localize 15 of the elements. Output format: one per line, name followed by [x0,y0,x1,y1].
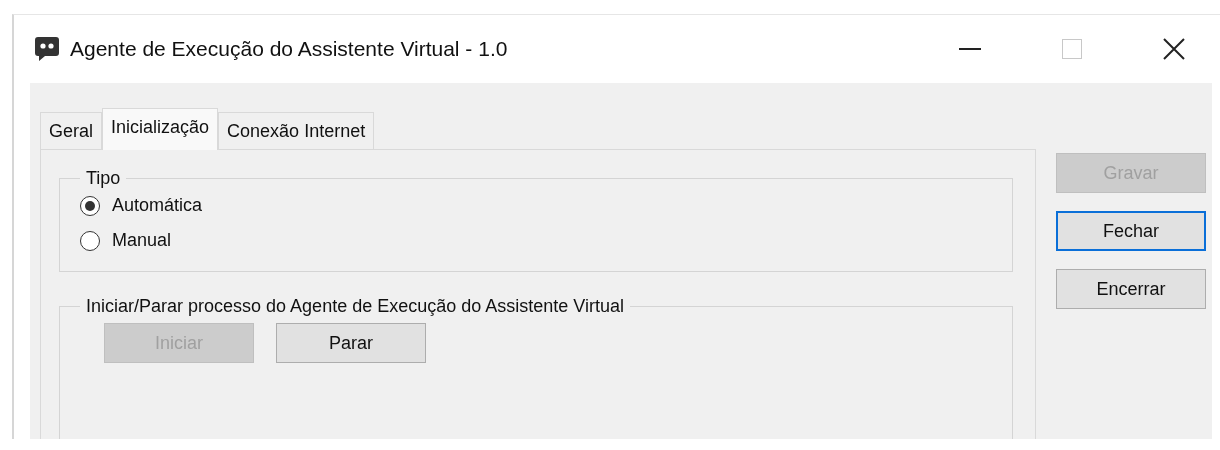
radio-label[interactable]: Automática [112,195,203,216]
group-title: Tipo [85,168,122,189]
radio-label[interactable]: Manual [112,230,172,251]
radio-button[interactable] [80,195,100,216]
dialog-button[interactable]: Encerrar [1056,269,1206,309]
dialog-button[interactable]: Fechar [1056,211,1206,251]
radio-button[interactable] [80,230,100,251]
process-button[interactable]: Parar [276,323,426,363]
tab[interactable]: Geral [40,112,102,149]
chat-bot-icon [34,35,60,63]
close-icon[interactable] [1163,38,1185,60]
window-title: Agente de Execução do Assistente Virtual - 1.0 [70,37,509,61]
tab[interactable]: Conexão Internet [218,112,375,149]
tab[interactable]: Inicialização [102,108,219,150]
group-title: Iniciar/Parar processo do Agente de Execução do Assistente Virtual [85,296,625,317]
